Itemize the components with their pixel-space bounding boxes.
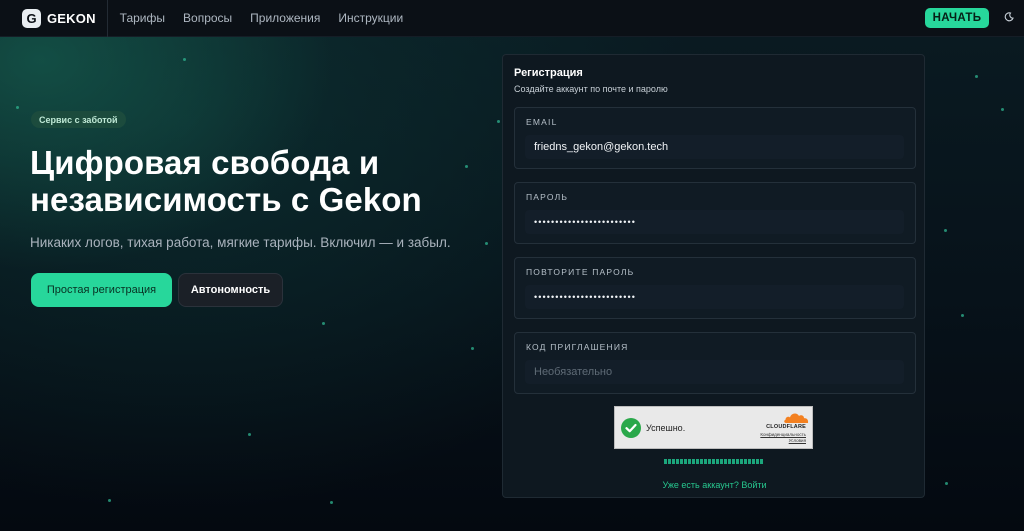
- hero-subtitle: Никаких логов, тихая работа, мягкие тари…: [30, 235, 451, 250]
- decor-dot: [497, 120, 500, 123]
- decor-dot: [945, 482, 948, 485]
- captcha-status: Успешно.: [646, 423, 686, 433]
- invite-code-input[interactable]: Необязательно: [525, 360, 904, 384]
- terms-link[interactable]: Условия: [789, 438, 806, 443]
- decor-dot: [16, 106, 19, 109]
- decor-dot: [471, 347, 474, 350]
- privacy-link[interactable]: Конфиденциальность: [760, 432, 806, 437]
- nav-link-apps[interactable]: Приложения: [250, 11, 320, 25]
- logo-text: GEKON: [47, 10, 96, 26]
- password-label: ПАРОЛЬ: [526, 192, 569, 202]
- decor-dot: [944, 229, 947, 232]
- repeat-password-label: ПОВТОРИТЕ ПАРОЛЬ: [526, 267, 635, 277]
- hero-title-line1: Цифровая свобода и: [30, 144, 380, 181]
- decor-dot: [248, 433, 251, 436]
- email-label: EMAIL: [526, 117, 558, 127]
- login-link[interactable]: Уже есть аккаунт? Войти: [503, 480, 926, 490]
- check-icon: [621, 418, 641, 438]
- moon-icon[interactable]: [1004, 12, 1014, 22]
- repeat-password-field-group: ПОВТОРИТЕ ПАРОЛЬ •••••••••••••••••••••••…: [514, 257, 916, 319]
- start-button[interactable]: НАЧАТЬ: [925, 8, 989, 28]
- repeat-password-input[interactable]: ••••••••••••••••••••••••: [525, 285, 904, 309]
- invite-code-field-group: КОД ПРИГЛАШЕНИЯ Необязательно: [514, 332, 916, 394]
- simple-registration-button[interactable]: Простая регистрация: [31, 273, 172, 307]
- cloudflare-brand: CLOUDFLARE: [766, 424, 806, 430]
- hero-title: Цифровая свобода и независимость с Gekon: [30, 144, 500, 218]
- email-field-group: EMAIL friedns_gekon@gekon.tech: [514, 107, 916, 169]
- registration-title: Регистрация: [514, 67, 583, 79]
- service-badge: Сервис с заботой: [31, 111, 126, 128]
- decor-dot: [961, 314, 964, 317]
- top-nav: G GEKON Тарифы Вопросы Приложения Инстру…: [0, 0, 1024, 37]
- cloudflare-captcha[interactable]: Успешно. CLOUDFLARE Конфиденциальность У…: [614, 406, 813, 449]
- logo-icon: G: [22, 8, 41, 28]
- nav-link-tariffs[interactable]: Тарифы: [120, 11, 165, 25]
- password-input[interactable]: ••••••••••••••••••••••••: [525, 210, 904, 234]
- cloudflare-logo-icon: [784, 413, 809, 423]
- decor-dot: [108, 499, 111, 502]
- hero-title-line2: независимость с Gekon: [30, 181, 422, 218]
- decor-dot: [330, 501, 333, 504]
- nav-link-instructions[interactable]: Инструкции: [338, 11, 403, 25]
- nav-links: Тарифы Вопросы Приложения Инструкции: [120, 11, 422, 25]
- decor-dot: [1001, 108, 1004, 111]
- nav-link-faq[interactable]: Вопросы: [183, 11, 232, 25]
- invite-code-label: КОД ПРИГЛАШЕНИЯ: [526, 342, 629, 352]
- decor-dot: [485, 242, 488, 245]
- autonomy-button[interactable]: Автономность: [178, 273, 283, 307]
- decor-dot: [322, 322, 325, 325]
- password-field-group: ПАРОЛЬ ••••••••••••••••••••••••: [514, 182, 916, 244]
- registration-card: Регистрация Создайте аккаунт по почте и …: [502, 54, 925, 498]
- decor-dot: [975, 75, 978, 78]
- email-input[interactable]: friedns_gekon@gekon.tech: [525, 135, 904, 159]
- registration-subtitle: Создайте аккаунт по почте и паролю: [514, 84, 668, 94]
- register-button-glitch[interactable]: [664, 459, 764, 464]
- brand-logo[interactable]: G GEKON: [22, 0, 108, 37]
- decor-dot: [183, 58, 186, 61]
